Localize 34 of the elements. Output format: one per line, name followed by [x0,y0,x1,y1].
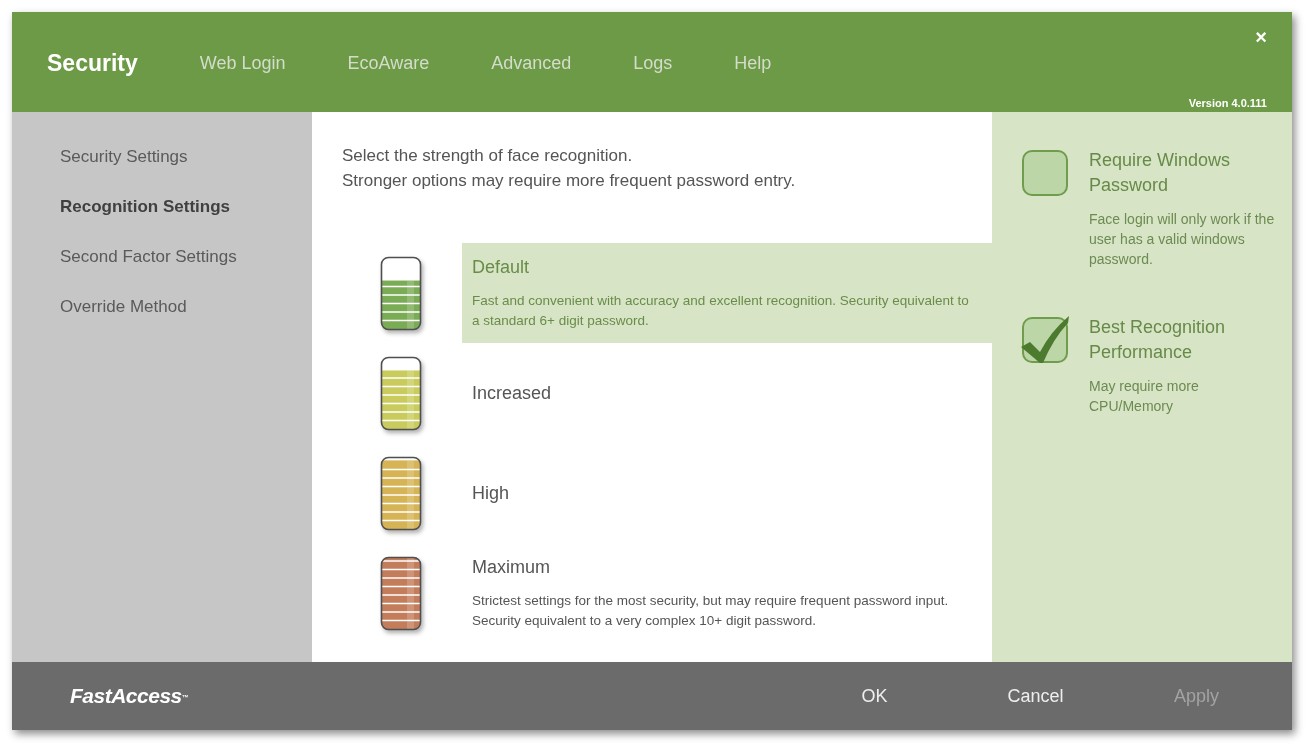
option-row[interactable]: Default Fast and convenient with accuracy and excellent recognition. Security equivalent to a standard 6+ digit password. [462,243,992,343]
level-meter-icon [380,355,422,431]
checkbox[interactable] [1022,150,1068,196]
dialog-button[interactable]: OK [853,681,896,711]
checkbox[interactable] [1020,315,1070,365]
sidebar-item[interactable]: Second Factor Settings [60,247,237,267]
nav-tab[interactable]: EcoAware [347,51,430,75]
nav-tab[interactable]: Web Login [199,51,286,75]
sidebar-item[interactable]: Override Method [60,297,187,317]
option-label: Maximum [472,556,550,579]
sidebar-item[interactable]: Recognition Settings [60,197,230,217]
intro-text: Select the strength of face recognition. [342,145,633,167]
nav-tab[interactable]: Logs [633,51,673,75]
nav-tab[interactable]: Help [734,51,772,75]
option-label: High [472,482,510,505]
nav-tab[interactable]: Security [47,49,138,77]
checkbox-description: Face login will only work if the user has a valid windows password. [1089,210,1276,269]
checkbox-label: Require Windows Password [1089,149,1232,197]
intro-text: Stronger options may require more frequent password entry. [342,170,796,192]
sidebar-item[interactable]: Security Settings [60,147,188,167]
option-description: Fast and convenient with accuracy and excellent recognition. Security equivalent to a standard 6+ digit password. [472,292,970,330]
option-label: Increased [472,382,552,405]
option-label: Default [472,256,530,279]
close-button[interactable]: × [1255,26,1267,48]
checkbox-description: May require more CPU/Memory [1089,377,1200,416]
dialog-button[interactable]: Cancel [999,681,1072,711]
version-label: Version 4.0.111 [1188,96,1267,110]
checkbox-label: Best Recognition Performance [1089,316,1227,364]
level-meter-icon [380,455,422,531]
level-meter-icon [380,255,422,331]
level-meter-icon [380,555,422,631]
app-logo: FastAccess$^{™}$ [70,683,189,710]
nav-tab[interactable]: Advanced [491,51,572,75]
option-description: Strictest settings for the most security, but may require frequent password input. Security equivalent to a very complex 10+ digit password. [472,592,950,630]
